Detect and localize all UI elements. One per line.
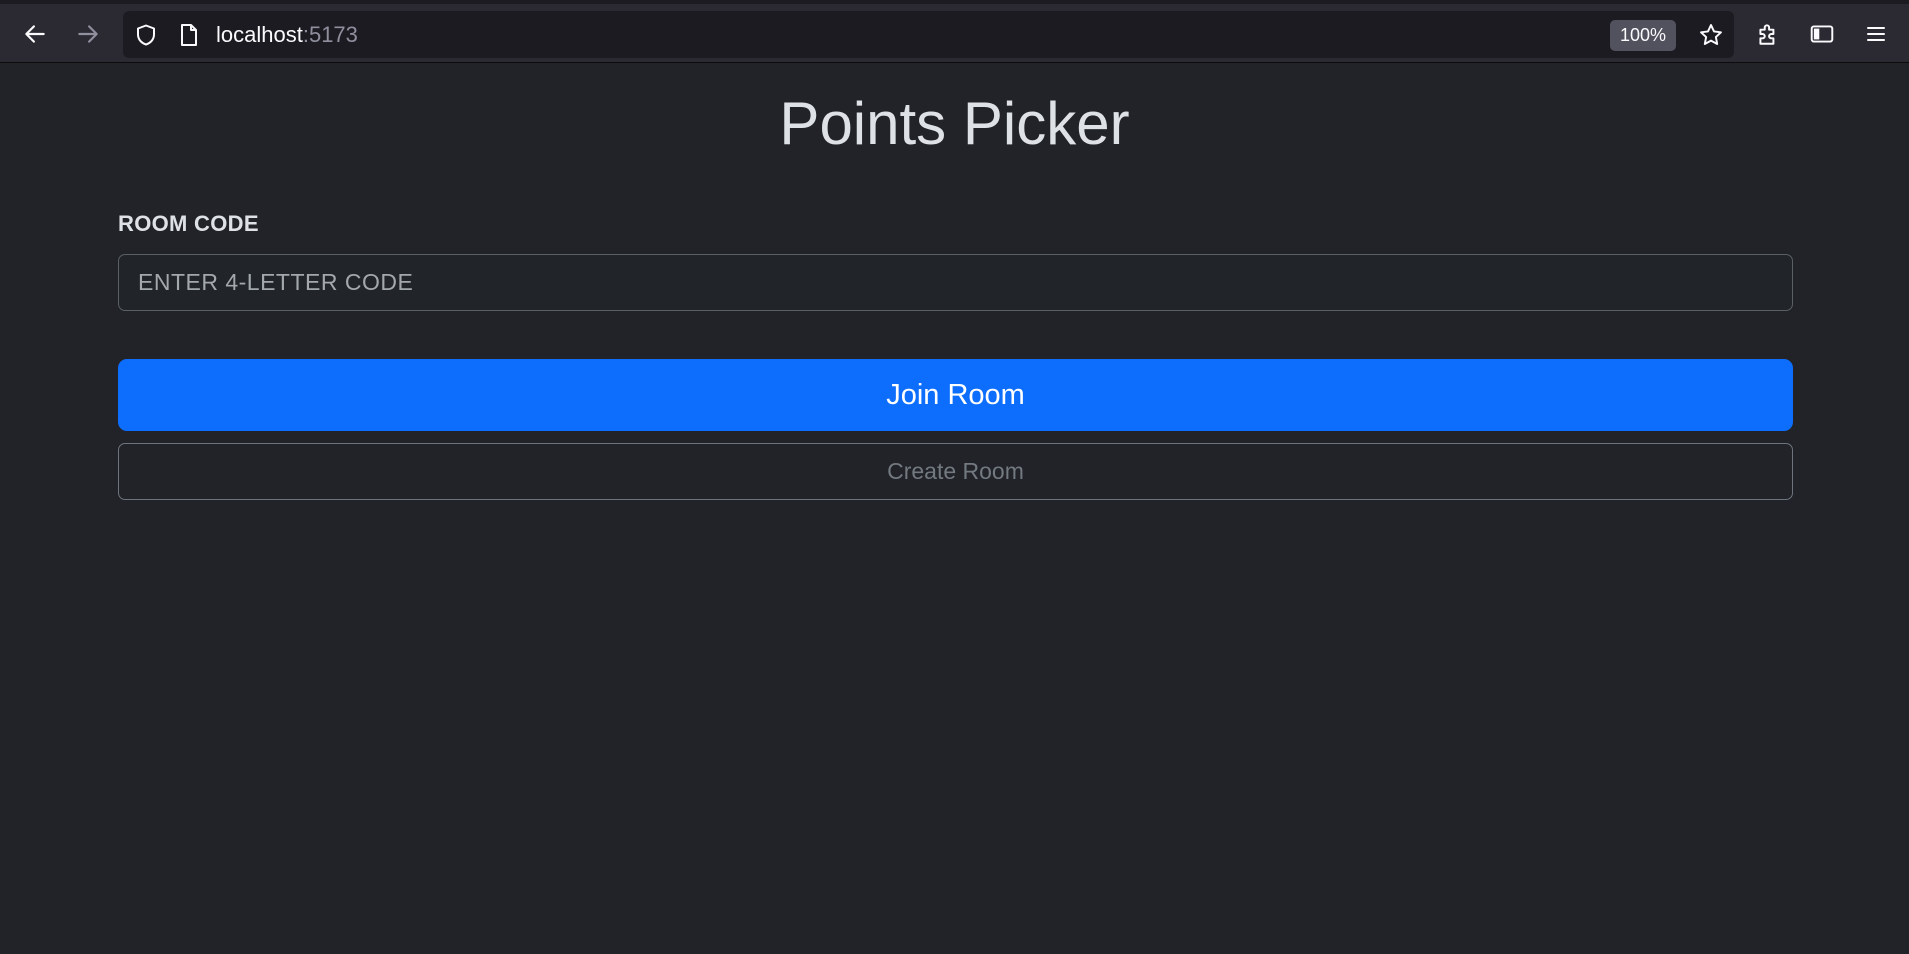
page-title: Points Picker — [779, 90, 1130, 157]
address-bar[interactable]: localhost:5173 100% — [123, 11, 1734, 58]
extensions-button[interactable] — [1748, 14, 1788, 54]
shield-icon[interactable] — [134, 23, 158, 52]
join-room-button[interactable]: Join Room — [118, 359, 1793, 431]
url-host: localhost — [216, 22, 303, 47]
star-icon[interactable] — [1698, 22, 1724, 53]
hamburger-menu-icon — [1864, 22, 1888, 46]
arrow-left-icon — [22, 21, 48, 47]
room-code-label: ROOM CODE — [118, 211, 259, 236]
browser-toolbar: localhost:5173 100% — [0, 0, 1909, 63]
puzzle-icon — [1755, 21, 1781, 47]
back-button[interactable] — [15, 14, 55, 54]
sidebar-toggle-button[interactable] — [1802, 14, 1842, 54]
room-code-input[interactable] — [118, 254, 1793, 311]
create-room-button[interactable]: Create Room — [118, 443, 1793, 500]
app-menu-button[interactable] — [1856, 14, 1896, 54]
arrow-right-icon — [75, 21, 101, 47]
zoom-level-badge[interactable]: 100% — [1610, 20, 1677, 51]
forward-button[interactable] — [68, 14, 108, 54]
sidebar-icon — [1809, 21, 1835, 47]
url-port: :5173 — [302, 22, 358, 47]
page-icon[interactable] — [178, 23, 200, 52]
url-text[interactable]: localhost:5173 — [216, 23, 358, 47]
